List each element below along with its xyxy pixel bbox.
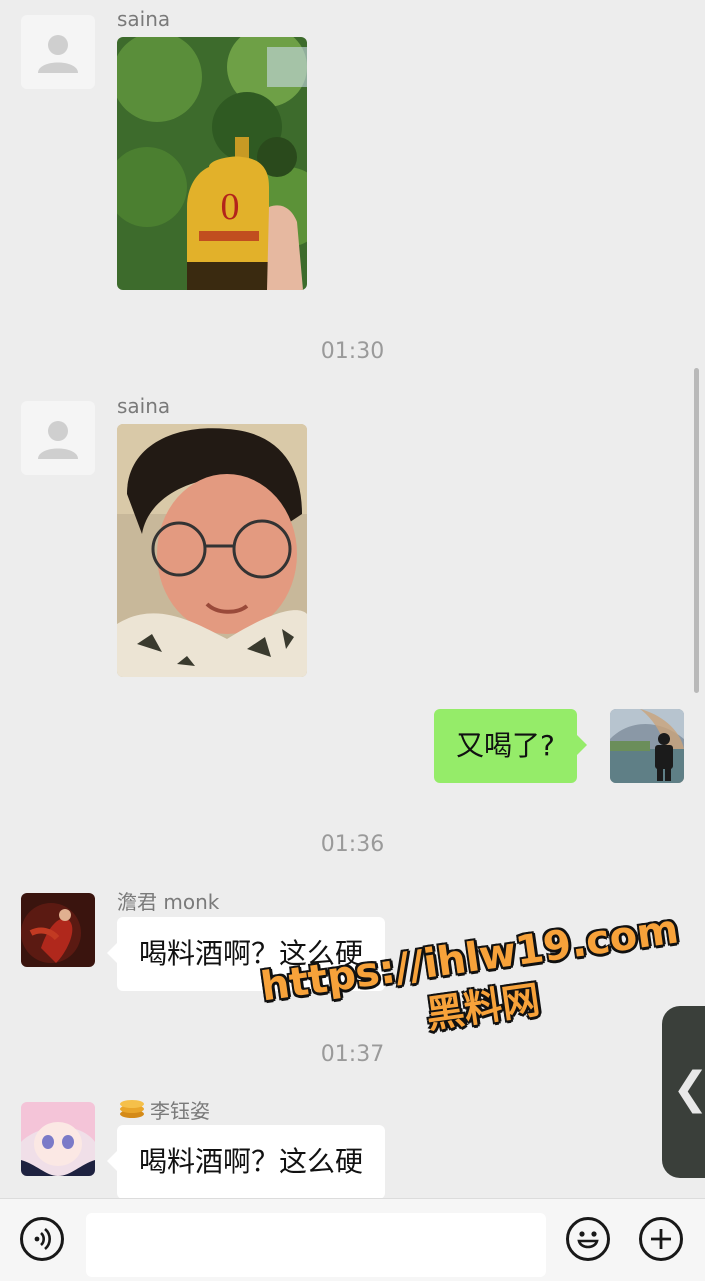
sender-name: 李钰姿 [150,1099,210,1123]
avatar-placeholder-icon[interactable] [21,15,95,89]
emoji-icon[interactable] [566,1217,610,1261]
avatar-anime[interactable] [21,1102,95,1176]
scrollbar[interactable] [694,368,699,693]
chevron-left-icon: ❮ [672,1064,705,1114]
timestamp: 01:37 [320,1042,385,1067]
message-bubble[interactable]: 喝料酒啊？这么硬 [106,1125,386,1198]
side-handle[interactable]: ❮ [662,1006,705,1178]
photo-selfie[interactable] [117,424,307,677]
avatar-placeholder-icon[interactable] [21,401,95,475]
avatar-monk[interactable] [21,893,95,967]
message-bubble[interactable]: 喝料酒啊？这么硬 [106,917,386,991]
message-input[interactable] [86,1213,546,1277]
self-message-bubble[interactable]: 又喝了? [434,709,587,783]
sender-name: saina [117,7,171,31]
input-bar [0,1198,705,1281]
sender-name: saina [117,394,171,418]
photo-bottle[interactable]: 0 [117,37,307,290]
timestamp: 01:36 [320,832,385,857]
coin-badge-icon [119,1097,145,1119]
plus-icon[interactable] [639,1217,683,1261]
self-avatar[interactable] [610,709,684,783]
sender-name: 澹君 monk [117,890,220,914]
chat-area[interactable]: saina 0 01:30 saina 又喝了? 01:36 澹君 monk 喝… [0,0,705,1198]
voice-icon[interactable] [20,1217,64,1261]
timestamp: 01:30 [320,339,385,364]
svg-text:0: 0 [221,186,240,228]
